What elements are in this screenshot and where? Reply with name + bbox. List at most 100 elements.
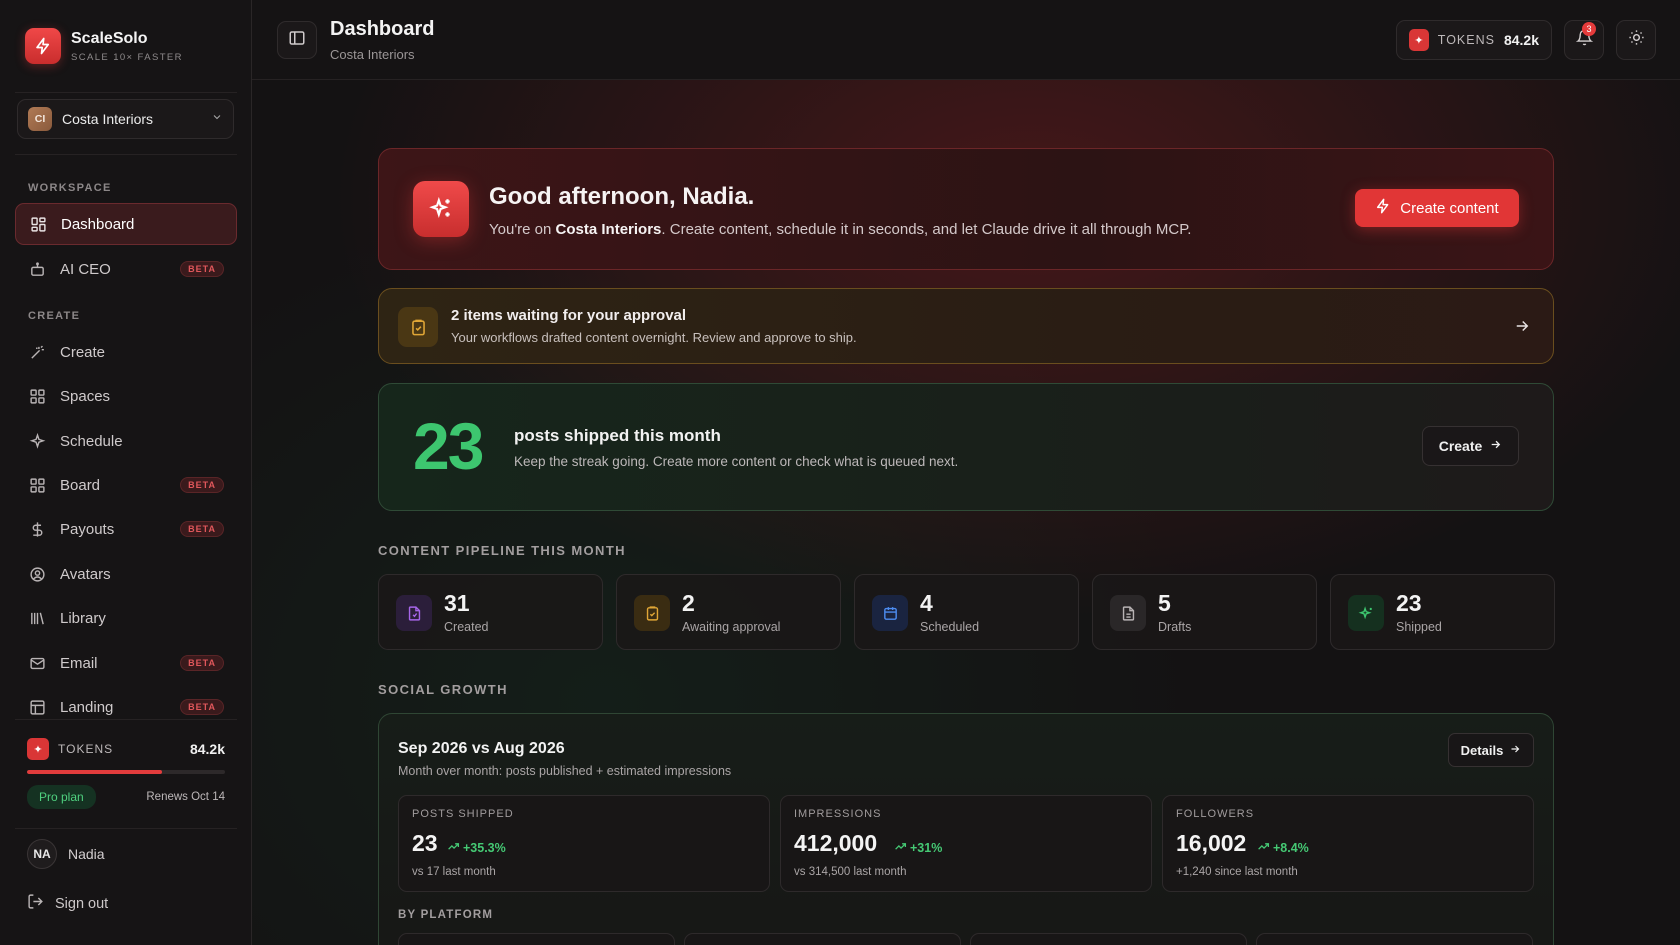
metric-card-impressions: IMPRESSIONS 412,000 +31% vs 314,500 last… <box>780 795 1152 892</box>
sidebar-item-avatars[interactable]: Avatars <box>15 553 237 595</box>
divider <box>15 719 237 720</box>
stat-card-drafts[interactable]: 5 Drafts <box>1092 574 1317 650</box>
stat-value: 2 <box>682 590 695 616</box>
sidebar-item-library[interactable]: Library <box>15 597 237 639</box>
shipped-summary-card: 23 posts shipped this month Keep the str… <box>378 383 1554 511</box>
grid-icon <box>28 387 46 405</box>
create-label: Create <box>1438 438 1483 454</box>
grid-icon <box>28 476 46 494</box>
layout-icon <box>28 698 46 716</box>
page-subtitle: Costa Interiors <box>330 47 415 62</box>
metric-label: POSTS SHIPPED <box>412 808 514 820</box>
sidebar-item-email[interactable]: Email BETA <box>15 642 237 684</box>
metric-label: IMPRESSIONS <box>794 808 882 820</box>
renews-text: Renews Oct 14 <box>146 791 225 803</box>
beta-badge: BETA <box>180 477 224 493</box>
stat-value: 5 <box>1158 590 1171 616</box>
details-button[interactable]: Details <box>1448 733 1534 767</box>
mail-icon <box>28 654 46 672</box>
clipboard-check-icon <box>398 307 438 347</box>
metric-card-followers: FOLLOWERS 16,002 +8.4% +1,240 since last… <box>1162 795 1534 892</box>
divider <box>15 828 237 829</box>
sidebar-item-landing[interactable]: Landing BETA <box>15 686 237 728</box>
shipped-text: Keep the streak going. Create more conte… <box>514 454 959 469</box>
tokens-label: TOKENS <box>58 742 114 756</box>
metric-delta: +35.3% <box>447 840 506 856</box>
stat-card-awaiting-approval[interactable]: 2 Awaiting approval <box>616 574 841 650</box>
stat-label: Created <box>444 620 489 634</box>
beta-badge: BETA <box>180 655 224 671</box>
notification-count-badge: 3 <box>1582 22 1596 36</box>
metric-value: 16,002 <box>1176 830 1247 856</box>
file-icon <box>396 595 432 631</box>
sidebar-item-dashboard[interactable]: Dashboard <box>15 203 237 245</box>
divider <box>15 154 237 155</box>
sidebar-item-ai-ceo[interactable]: AI CEO BETA <box>15 248 237 290</box>
stat-card-created[interactable]: 31 Created <box>378 574 603 650</box>
tokens-value: 84.2k <box>189 741 225 757</box>
platform-card <box>1256 933 1533 945</box>
metric-value: 412,000 <box>794 830 878 856</box>
brand[interactable]: ScaleSolo SCALE 10× FASTER <box>25 28 183 64</box>
notifications-button[interactable]: 3 <box>1564 20 1604 60</box>
chevron-down-icon <box>211 110 223 128</box>
create-content-button[interactable]: Create content <box>1355 189 1519 227</box>
sidebar-item-schedule[interactable]: Schedule <box>15 420 237 462</box>
arrow-right-icon[interactable] <box>1513 317 1531 340</box>
arrow-right-icon <box>1489 438 1502 454</box>
user-name: Nadia <box>68 846 105 862</box>
approval-banner[interactable]: 2 items waiting for your approval Your w… <box>378 288 1554 364</box>
sign-out-label: Sign out <box>55 895 109 912</box>
sign-out-button[interactable]: Sign out <box>27 893 108 914</box>
dollar-icon <box>28 520 46 538</box>
token-sparkle-icon: ✦ <box>27 738 49 760</box>
library-icon <box>28 609 46 627</box>
create-content-label: Create content <box>1400 199 1499 217</box>
stat-card-shipped[interactable]: 23 Shipped <box>1330 574 1555 650</box>
sidebar-item-label: Spaces <box>60 387 111 405</box>
workspace-select[interactable]: CI Costa Interiors <box>17 99 234 139</box>
robot-icon <box>28 260 46 278</box>
shipped-count: 23 <box>413 409 484 483</box>
plan-badge[interactable]: Pro plan <box>27 785 96 809</box>
section-label-create: CREATE <box>28 310 81 322</box>
greeting-text: You're on Costa Interiors. Create conten… <box>489 221 1192 238</box>
create-button[interactable]: Create <box>1422 426 1519 466</box>
stat-value: 31 <box>444 590 470 616</box>
trending-up-icon <box>894 840 907 856</box>
section-label-workspace: WORKSPACE <box>28 182 112 194</box>
user-profile[interactable]: NA Nadia <box>27 839 105 869</box>
beta-badge: BETA <box>180 699 224 715</box>
growth-subtitle: Month over month: posts published + esti… <box>398 764 732 778</box>
greeting-banner: Good afternoon, Nadia. You're on Costa I… <box>378 148 1554 270</box>
platform-card <box>970 933 1247 945</box>
beta-badge: BETA <box>180 521 224 537</box>
stat-value: 23 <box>1396 590 1422 616</box>
workspace-name: Costa Interiors <box>62 111 154 127</box>
sidebar-item-payouts[interactable]: Payouts BETA <box>15 508 237 550</box>
greeting-title: Good afternoon, Nadia. <box>489 183 755 210</box>
tokens-pill[interactable]: ✦ TOKENS 84.2k <box>1396 20 1552 60</box>
sidebar-item-label: Avatars <box>60 565 111 583</box>
metric-note: +1,240 since last month <box>1176 866 1298 878</box>
tokens-widget: ✦ TOKENS 84.2k Pro plan Renews Oct 14 <box>27 738 225 809</box>
sparkle-icon <box>1348 595 1384 631</box>
sidebar-item-create[interactable]: Create <box>15 331 237 373</box>
theme-toggle-button[interactable] <box>1616 20 1656 60</box>
sidebar-panel-icon <box>288 29 306 52</box>
brand-name: ScaleSolo <box>71 29 148 47</box>
stat-value: 4 <box>920 590 933 616</box>
sidebar-item-label: Library <box>60 609 106 627</box>
stat-card-scheduled[interactable]: 4 Scheduled <box>854 574 1079 650</box>
platform-card <box>684 933 961 945</box>
toggle-sidebar-button[interactable] <box>277 21 317 59</box>
sidebar-item-board[interactable]: Board BETA <box>15 464 237 506</box>
brand-tagline: SCALE 10× FASTER <box>71 51 183 63</box>
token-sparkle-icon: ✦ <box>1409 29 1429 51</box>
trending-up-icon <box>1257 840 1270 856</box>
sparkle-icon <box>28 432 46 450</box>
platform-card <box>398 933 675 945</box>
metric-card-posts-shipped: POSTS SHIPPED 23 +35.3% vs 17 last month <box>398 795 770 892</box>
shipped-title: posts shipped this month <box>514 426 721 445</box>
sidebar-item-spaces[interactable]: Spaces <box>15 375 237 417</box>
